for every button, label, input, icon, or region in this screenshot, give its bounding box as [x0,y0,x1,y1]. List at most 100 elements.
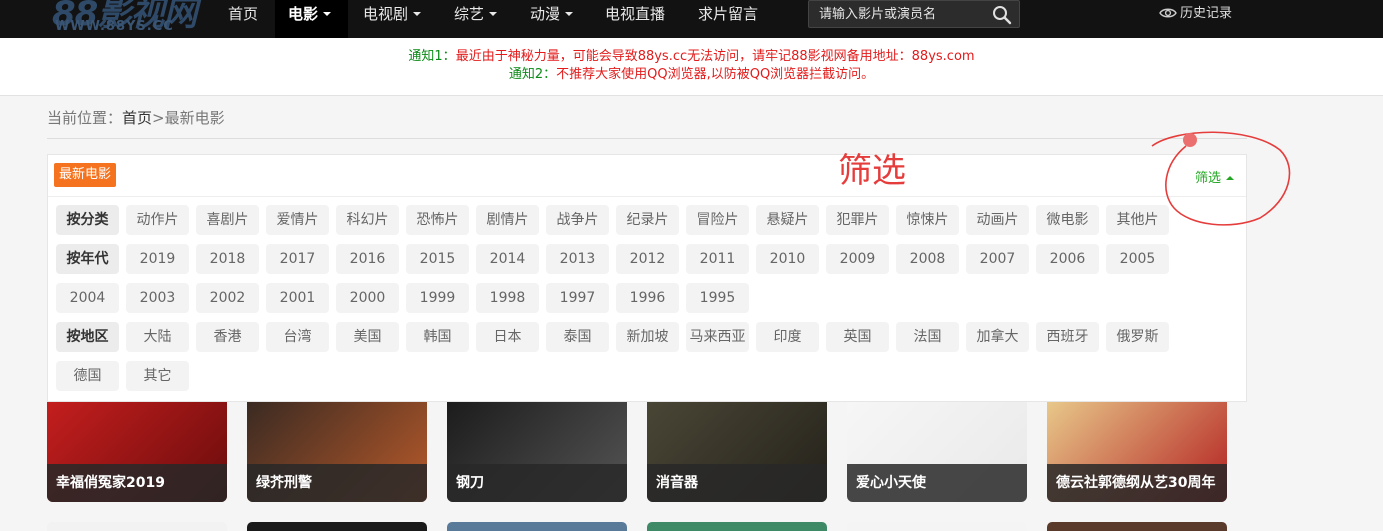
filter-option[interactable]: 2017 [266,244,329,274]
history-label: 历史记录 [1180,6,1233,21]
nav-request[interactable]: 求片留言 [698,0,758,38]
annotation-text: 筛选 [838,151,906,191]
nav-variety[interactable]: 综艺 [454,0,498,38]
filter-option[interactable]: 爱情片 [266,205,329,235]
filter-option[interactable]: 2004 [56,283,119,313]
filter-row-heading: 按地区 [56,322,119,352]
filter-option[interactable]: 美国 [336,322,399,352]
filter-option[interactable]: 2011 [686,244,749,274]
filter-option[interactable]: 2013 [546,244,609,274]
chevron-down-icon [413,12,422,16]
filter-option[interactable]: 2018 [196,244,259,274]
nav-tv-series[interactable]: 电视剧 [363,0,422,38]
filter-option[interactable]: 2001 [266,283,329,313]
filter-option[interactable]: 2007 [966,244,1029,274]
filter-option[interactable]: 2008 [896,244,959,274]
movie-card[interactable]: 钢刀 [447,402,627,502]
filter-option[interactable]: 2005 [1106,244,1169,274]
nav-request-label: 求片留言 [698,5,759,23]
movie-title: 德云社郭德纲从艺30周年 [1047,464,1227,502]
filter-option[interactable]: 日本 [476,322,539,352]
filter-option[interactable]: 惊悚片 [896,205,959,235]
notice-line-1: 通知1：最近由于神秘力量，可能会导致88ys.cc无法访问，请牢记88影视网备用… [0,48,1383,66]
search-icon[interactable] [992,5,1012,25]
filter-option[interactable]: 2009 [826,244,889,274]
filter-option[interactable]: 悬疑片 [756,205,819,235]
filter-option[interactable]: 印度 [756,322,819,352]
filter-option[interactable]: 大陆 [126,322,189,352]
filter-option[interactable]: 2014 [476,244,539,274]
filter-option[interactable]: 韩国 [406,322,469,352]
filter-option[interactable]: 2002 [196,283,259,313]
filter-option[interactable]: 恐怖片 [406,205,469,235]
filter-option[interactable]: 其它 [126,361,189,391]
filter-option[interactable]: 2000 [336,283,399,313]
movie-poster-next-row[interactable] [1047,522,1227,531]
filter-option[interactable]: 香港 [196,322,259,352]
movie-title: 爱心小天使 [847,464,1027,502]
filter-option[interactable]: 法国 [896,322,959,352]
filter-option[interactable]: 1996 [616,283,679,313]
movie-card[interactable]: 绿芥刑警 [247,402,427,502]
filter-option[interactable]: 泰国 [546,322,609,352]
movie-poster-next-row[interactable] [447,522,627,531]
filter-option[interactable]: 加拿大 [966,322,1029,352]
nav-live-tv[interactable]: 电视直播 [605,0,665,38]
filter-option[interactable]: 马来西亚 [686,322,749,352]
filter-option[interactable]: 战争片 [546,205,609,235]
filter-option[interactable]: 1995 [686,283,749,313]
movie-poster-next-row[interactable] [847,522,1027,531]
notice-line-2: 通知2：不推荐大家使用QQ浏览器,以防被QQ浏览器拦截访问。 [0,66,1383,84]
nav-home-label: 首页 [227,5,258,23]
search-input[interactable] [809,1,989,27]
filter-option[interactable]: 1997 [546,283,609,313]
filter-option[interactable]: 剧情片 [476,205,539,235]
filter-panel: 最新电影 筛选 按分类 动作片 喜剧片 爱情片 科幻片 恐怖片 剧情片 战争片 纪录片 冒险片 悬疑… [47,154,1247,402]
filter-option[interactable]: 2010 [756,244,819,274]
filter-option[interactable]: 俄罗斯 [1106,322,1169,352]
filter-option[interactable]: 动画片 [966,205,1029,235]
filter-option[interactable]: 科幻片 [336,205,399,235]
movie-poster-next-row[interactable] [647,522,827,531]
filter-option[interactable]: 2003 [126,283,189,313]
breadcrumb-separator: > [152,109,165,127]
filter-option[interactable]: 英国 [826,322,889,352]
filter-option[interactable]: 2012 [616,244,679,274]
movie-title: 绿芥刑警 [247,464,427,502]
movie-card[interactable]: 幸福俏冤家2019 [47,402,227,502]
nav-anime-label: 动漫 [530,5,561,23]
movie-card[interactable]: 爱心小天使 [847,402,1027,502]
filter-option[interactable]: 2015 [406,244,469,274]
filter-option[interactable]: 德国 [56,361,119,391]
nav-tv-series-label: 电视剧 [363,5,409,23]
filter-option[interactable]: 新加坡 [616,322,679,352]
movie-poster-next-row[interactable] [47,522,227,531]
breadcrumb-home-link[interactable]: 首页 [122,109,152,127]
filter-option[interactable]: 纪录片 [616,205,679,235]
site-logo[interactable]: 88影视网 WWW.88YS.CC [52,0,207,38]
filter-option[interactable]: 2006 [1036,244,1099,274]
filter-row-heading: 按分类 [56,205,119,235]
filter-option[interactable]: 喜剧片 [196,205,259,235]
nav-movies[interactable]: 电影 [275,0,348,38]
movie-card[interactable]: 消音器 [647,402,827,502]
latest-movies-tag[interactable]: 最新电影 [54,163,117,187]
filter-option[interactable]: 冒险片 [686,205,749,235]
nav-live-tv-label: 电视直播 [605,5,666,23]
filter-option[interactable]: 2019 [126,244,189,274]
notice-bar: 通知1：最近由于神秘力量，可能会导致88ys.cc无法访问，请牢记88影视网备用… [0,38,1383,96]
filter-option[interactable]: 微电影 [1036,205,1099,235]
movie-card[interactable]: 德云社郭德纲从艺30周年 [1047,402,1227,502]
history-link[interactable]: 历史记录 [1159,0,1232,28]
filter-option[interactable]: 动作片 [126,205,189,235]
filter-option[interactable]: 犯罪片 [826,205,889,235]
filter-option[interactable]: 台湾 [266,322,329,352]
nav-home[interactable]: 首页 [213,0,273,38]
filter-option[interactable]: 2016 [336,244,399,274]
filter-option[interactable]: 西班牙 [1036,322,1099,352]
nav-anime[interactable]: 动漫 [530,0,574,38]
filter-option[interactable]: 1998 [476,283,539,313]
movie-title: 消音器 [647,464,827,502]
filter-option[interactable]: 1999 [406,283,469,313]
movie-poster-next-row[interactable] [247,522,427,531]
